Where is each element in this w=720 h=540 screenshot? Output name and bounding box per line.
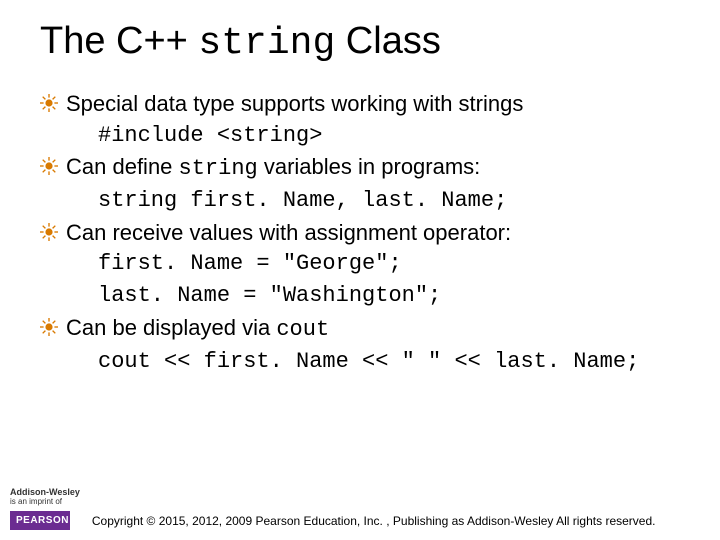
title-post: Class bbox=[335, 20, 441, 62]
aw-sub: is an imprint of bbox=[10, 498, 80, 507]
bullet-code-inline: cout bbox=[276, 317, 329, 342]
sunburst-icon bbox=[40, 94, 58, 112]
sunburst-icon bbox=[40, 223, 58, 241]
code-line: #include <string> bbox=[98, 121, 690, 151]
code-line: string first. Name, last. Name; bbox=[98, 186, 690, 216]
code-line: last. Name = "Washington"; bbox=[98, 281, 690, 311]
bullet-text: Can be displayed via cout bbox=[66, 313, 690, 345]
pearson-badge: PEARSON bbox=[10, 511, 70, 530]
bullet-text: Can receive values with assignment opera… bbox=[66, 218, 690, 248]
title-code: string bbox=[198, 22, 335, 65]
slide: The C++ string Class Special data type s… bbox=[0, 0, 720, 376]
publisher-logos: Addison-Wesley is an imprint of PEARSON bbox=[10, 488, 80, 530]
addison-wesley-logo: Addison-Wesley is an imprint of bbox=[10, 488, 80, 507]
bullet-item: Can receive values with assignment opera… bbox=[40, 218, 690, 248]
bullet-text-part: Can be displayed via bbox=[66, 315, 276, 340]
footer: Addison-Wesley is an imprint of PEARSON … bbox=[10, 488, 710, 530]
content: Special data type supports working with … bbox=[40, 89, 690, 376]
bullet-item: Can define string variables in programs: bbox=[40, 152, 690, 184]
bullet-text: Special data type supports working with … bbox=[66, 89, 690, 119]
slide-title: The C++ string Class bbox=[40, 20, 690, 65]
bullet-code-inline: string bbox=[179, 156, 258, 181]
bullet-text-part: variables in programs: bbox=[258, 154, 481, 179]
code-line: cout << first. Name << " " << last. Name… bbox=[98, 347, 690, 377]
title-pre: The C++ bbox=[40, 20, 198, 62]
code-line: first. Name = "George"; bbox=[98, 249, 690, 279]
bullet-text-part: Can define bbox=[66, 154, 179, 179]
copyright-text: Copyright © 2015, 2012, 2009 Pearson Edu… bbox=[92, 514, 656, 530]
sunburst-icon bbox=[40, 318, 58, 336]
bullet-text: Can define string variables in programs: bbox=[66, 152, 690, 184]
sunburst-icon bbox=[40, 157, 58, 175]
bullet-item: Can be displayed via cout bbox=[40, 313, 690, 345]
bullet-item: Special data type supports working with … bbox=[40, 89, 690, 119]
